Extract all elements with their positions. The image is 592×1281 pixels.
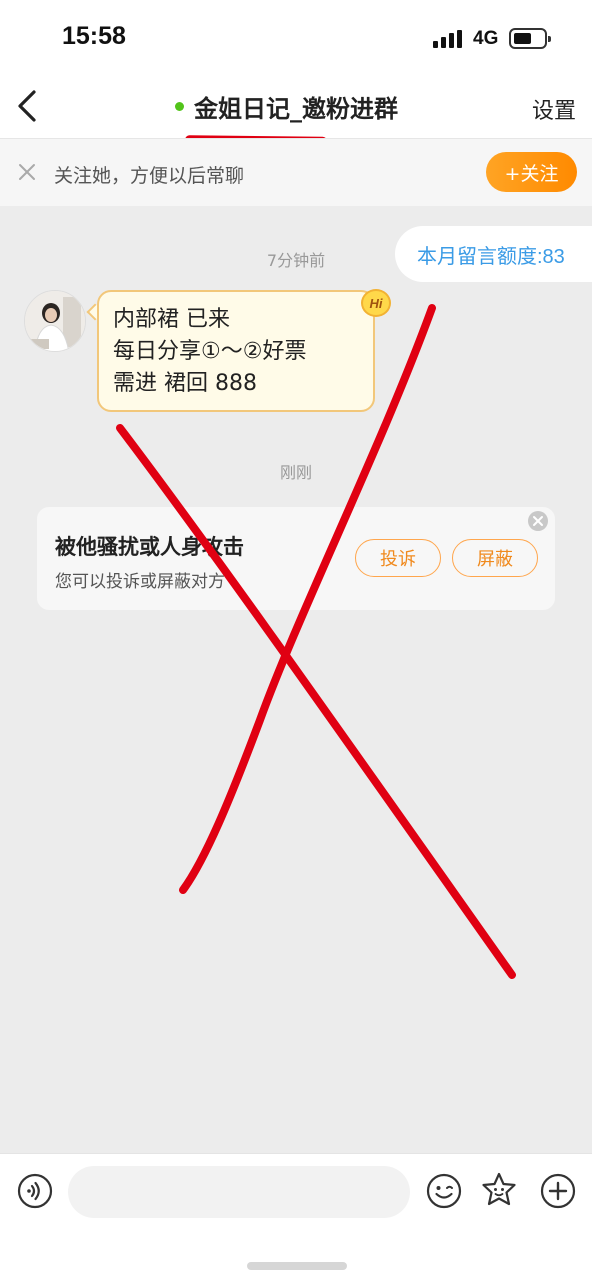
follow-button[interactable]: +关注 xyxy=(486,152,577,192)
message-line: 内部裙 已来 xyxy=(113,307,230,332)
sticker-icon[interactable] xyxy=(480,1171,518,1209)
message-line: 每日分享①～②好票 xyxy=(113,339,307,364)
network-label: 4G xyxy=(473,28,499,49)
home-indicator xyxy=(247,1262,347,1270)
chat-title: 金姐日记_邀粉进群 xyxy=(194,94,398,123)
plus-icon[interactable] xyxy=(540,1173,576,1209)
settings-button[interactable]: 设置 xyxy=(532,93,576,125)
message-timestamp: 7分钟前 xyxy=(266,251,326,270)
message-bubble[interactable]: 内部裙 已来 每日分享①～②好票 需进 裙回 888 xyxy=(97,290,375,412)
emoji-icon[interactable] xyxy=(426,1173,462,1209)
online-status-dot xyxy=(175,101,184,111)
card-close-icon[interactable] xyxy=(528,511,548,531)
message-input[interactable] xyxy=(68,1166,410,1218)
status-time: 15:58 xyxy=(62,22,126,50)
message-quota-label: 本月留言额度:83 xyxy=(395,226,592,282)
signal-icon xyxy=(433,30,465,48)
close-icon[interactable] xyxy=(16,161,38,183)
nav-bar: 金姐日记_邀粉进群 设置 xyxy=(0,78,592,138)
harassment-card: 被他骚扰或人身攻击 您可以投诉或屏蔽对方 投诉 屏蔽 xyxy=(37,507,555,610)
input-bar xyxy=(0,1153,592,1281)
avatar[interactable] xyxy=(24,290,86,352)
chat-title-wrap: 金姐日记_邀粉进群 xyxy=(175,88,398,124)
back-button[interactable] xyxy=(12,86,48,126)
harassment-title: 被他骚扰或人身攻击 xyxy=(55,535,244,559)
status-bar: 15:58 4G xyxy=(0,0,592,78)
block-button[interactable]: 屏蔽 xyxy=(452,539,538,577)
message-line: 需进 裙回 888 xyxy=(113,371,257,396)
voice-icon[interactable] xyxy=(17,1173,53,1209)
hi-badge-icon: Hi xyxy=(361,289,391,317)
battery-icon xyxy=(509,28,551,49)
message-timestamp: 刚刚 xyxy=(279,463,312,482)
chevron-left-icon xyxy=(18,90,36,122)
follow-prompt-text: 关注她，方便以后常聊 xyxy=(54,165,245,187)
harassment-subtitle: 您可以投诉或屏蔽对方 xyxy=(55,572,225,592)
report-button[interactable]: 投诉 xyxy=(355,539,441,577)
